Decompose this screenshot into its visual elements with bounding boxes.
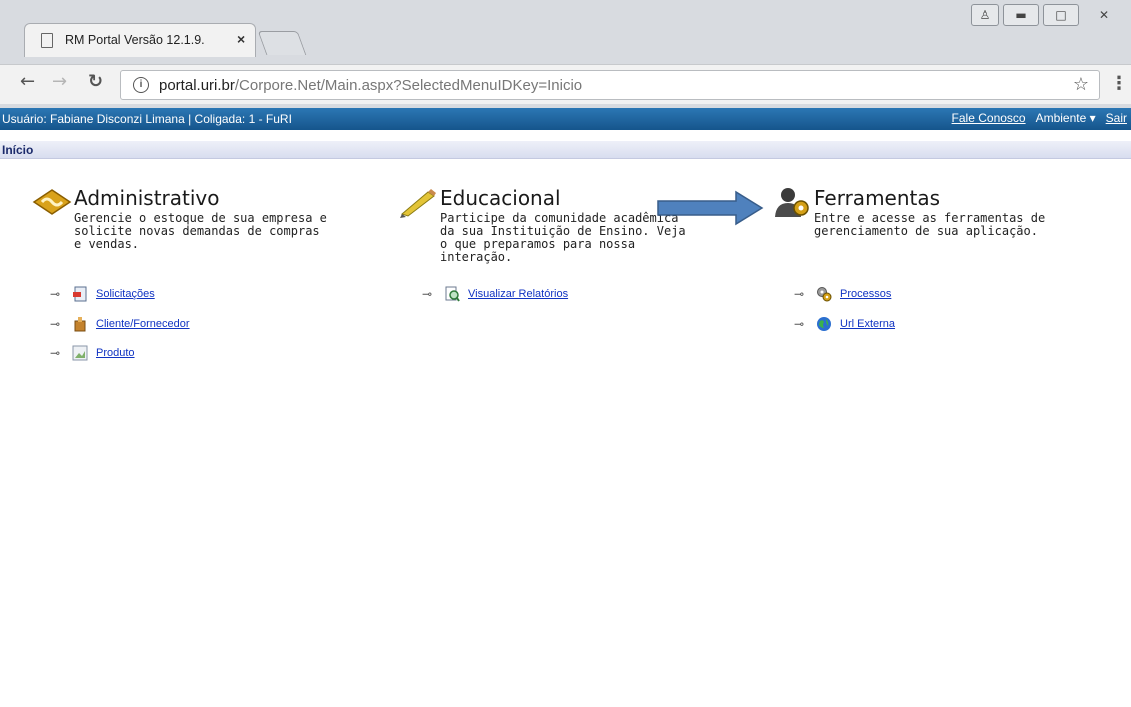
ambiente-dropdown[interactable]: Ambiente ▾ (1036, 111, 1096, 125)
list-item[interactable]: ⊸ Produto (50, 344, 135, 362)
module-description: Gerencie o estoque de sua empresa e soli… (74, 211, 327, 251)
module-description: Entre e acesse as ferramentas de gerenci… (814, 211, 1046, 238)
maximize-button[interactable]: □ (1043, 4, 1079, 26)
browser-menu-icon[interactable]: ⋮ (1110, 73, 1128, 94)
tab-strip: RM Portal Versão 12.1.9. × 8♙ ▬ □ ✕ (0, 0, 1131, 64)
module-title[interactable]: Educacional (440, 186, 561, 210)
link-cliente-fornecedor[interactable]: Cliente/Fornecedor (96, 318, 190, 330)
browser-chrome: RM Portal Versão 12.1.9. × 8♙ ▬ □ ✕ ← → … (0, 0, 1131, 108)
url-host: portal.uri.br (159, 77, 235, 94)
pin-icon: ⊸ (794, 287, 805, 301)
window-controls: 8♙ ▬ □ ✕ (971, 4, 1125, 26)
browser-tab[interactable]: RM Portal Versão 12.1.9. × (24, 23, 256, 57)
product-image-icon (72, 345, 88, 361)
url-path: /Corpore.Net/Main.aspx?SelectedMenuIDKey… (234, 77, 583, 94)
pencil-icon (400, 189, 436, 218)
list-item[interactable]: ⊸ Url Externa (794, 315, 895, 333)
forward-arrow-icon[interactable]: → (52, 71, 67, 92)
pin-icon: ⊸ (794, 317, 805, 331)
list-item[interactable]: ⊸ Visualizar Relatórios (422, 285, 568, 303)
gears-icon (817, 287, 832, 302)
package-icon (74, 317, 86, 332)
minimize-button[interactable]: ▬ (1003, 4, 1039, 26)
breadcrumb: Início (0, 141, 1131, 159)
tab-close-button[interactable]: × (237, 31, 245, 47)
user-bar-actions: Fale Conosco Ambiente ▾ Sair (952, 111, 1127, 125)
link-visualizar-relatorios[interactable]: Visualizar Relatórios (468, 288, 568, 300)
profile-button[interactable]: 8♙ (971, 4, 999, 26)
list-item[interactable]: ⊸ Cliente/Fornecedor (50, 315, 190, 333)
pin-icon: ⊸ (50, 317, 61, 331)
tab-title: RM Portal Versão 12.1.9. (65, 33, 205, 47)
bookmark-star-icon[interactable]: ☆ (1073, 74, 1089, 95)
contact-link[interactable]: Fale Conosco (952, 111, 1026, 125)
link-url-externa[interactable]: Url Externa (840, 318, 895, 330)
pin-icon: ⊸ (50, 287, 61, 301)
link-processos[interactable]: Processos (840, 288, 891, 300)
browser-toolbar: ← → ↻ i portal.uri.br/Corpore.Net/Main.a… (0, 64, 1131, 104)
handshake-icon (32, 189, 72, 215)
globe-icon (817, 317, 831, 331)
module-title[interactable]: Administrativo (74, 186, 220, 210)
list-item[interactable]: ⊸ Processos (794, 285, 891, 303)
address-bar[interactable]: i portal.uri.br/Corpore.Net/Main.aspx?Se… (120, 70, 1100, 100)
user-tools-icon (775, 188, 809, 217)
new-tab-button[interactable] (257, 31, 307, 55)
request-form-icon (73, 286, 87, 302)
list-item[interactable]: ⊸ Solicitações (50, 285, 155, 303)
url-text[interactable]: portal.uri.br/Corpore.Net/Main.aspx?Sele… (159, 77, 582, 94)
info-icon[interactable]: i (133, 77, 149, 93)
reload-icon[interactable]: ↻ (88, 71, 103, 92)
pin-icon: ⊸ (422, 287, 433, 301)
link-produto[interactable]: Produto (96, 347, 135, 359)
pin-icon: ⊸ (50, 346, 61, 360)
link-solicitacoes[interactable]: Solicitações (96, 288, 155, 300)
module-title[interactable]: Ferramentas (814, 186, 940, 210)
breadcrumb-label: Início (2, 143, 34, 157)
page-icon (41, 33, 53, 48)
annotation-arrow-icon (657, 190, 764, 226)
close-window-button[interactable]: ✕ (1083, 4, 1125, 26)
back-arrow-icon[interactable]: ← (20, 71, 35, 92)
exit-link[interactable]: Sair (1106, 111, 1127, 125)
report-magnifier-icon (445, 286, 460, 302)
user-info: Usuário: Fabiane Disconzi Limana | Colig… (2, 112, 292, 126)
user-bar: Usuário: Fabiane Disconzi Limana | Colig… (0, 108, 1131, 130)
